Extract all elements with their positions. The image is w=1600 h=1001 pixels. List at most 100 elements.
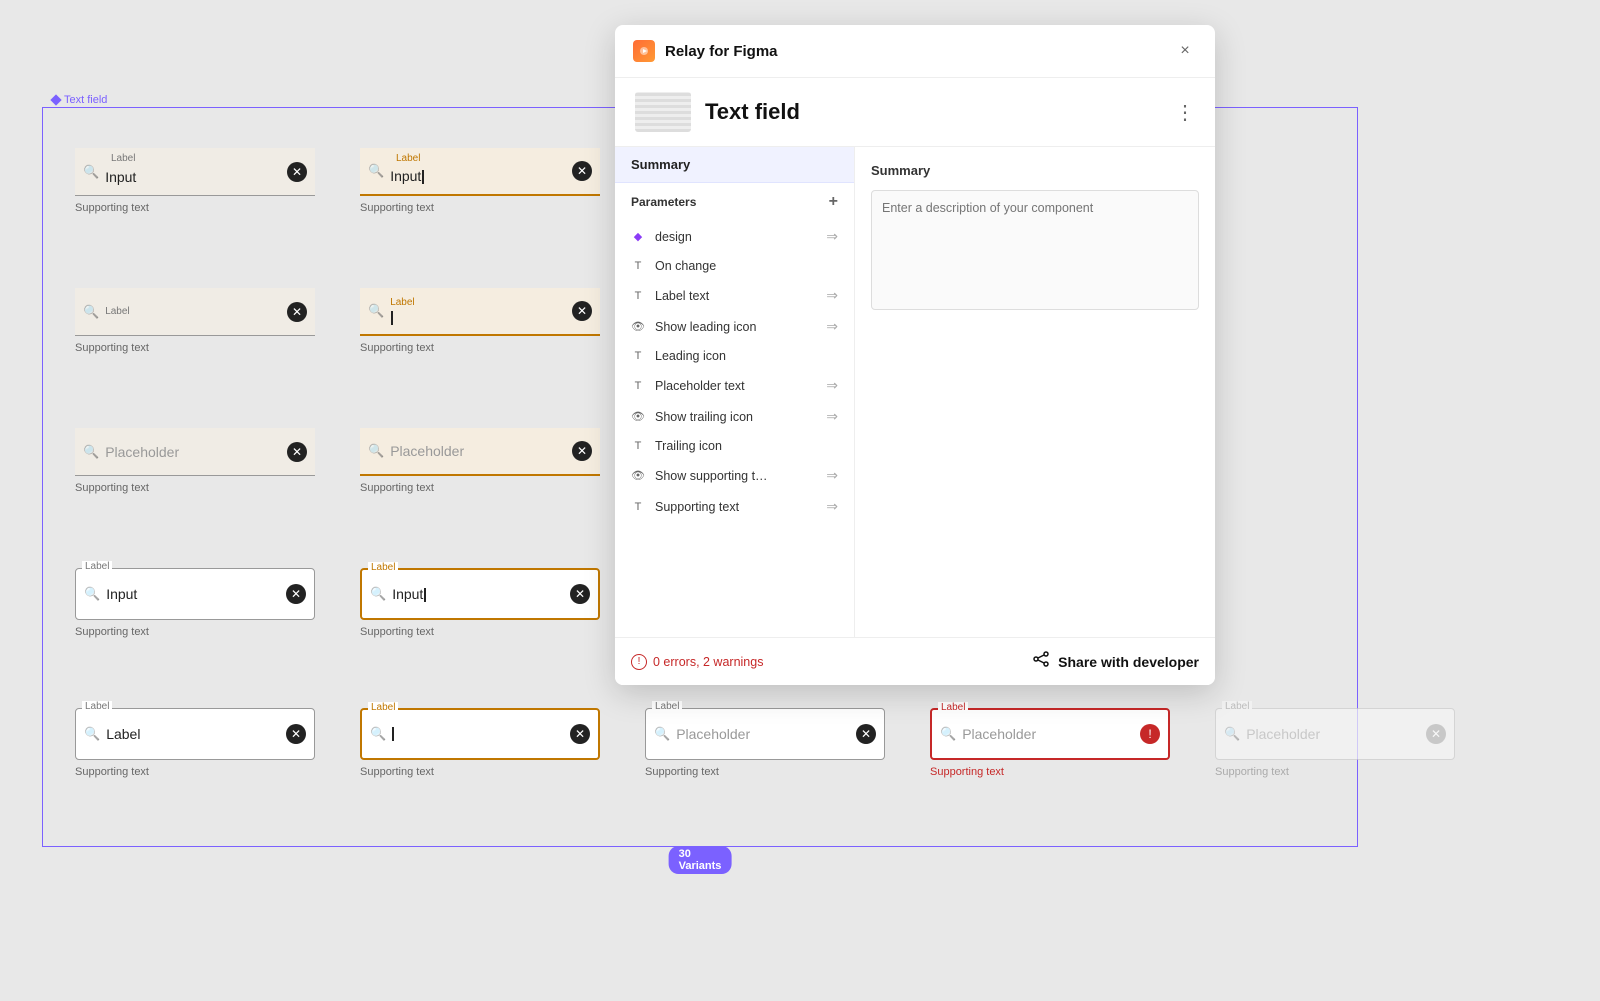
param-label: Show leading icon <box>655 320 756 334</box>
param-item-on-change[interactable]: T On change <box>615 252 854 280</box>
supporting-text: Supporting text <box>360 482 600 494</box>
supporting-text: Supporting text <box>360 626 600 638</box>
param-item-placeholder[interactable]: T Placeholder text ⇒ <box>615 370 854 401</box>
supporting-text: Supporting text <box>75 766 315 778</box>
text-field-outlined-placeholder-inner[interactable]: Label 🔍 Placeholder ✕ <box>645 708 885 760</box>
field-cell-5-2: Label 🔍 ✕ Supporting text <box>348 698 633 838</box>
param-item-show-leading[interactable]: 👁 Show leading icon ⇒ <box>615 311 854 342</box>
share-with-developer-button[interactable]: Share with developer <box>1032 650 1199 673</box>
text-field-outlined-inner[interactable]: Label 🔍 Input ✕ <box>75 568 315 620</box>
text-field-outlined-cursor-inner[interactable]: Label 🔍 ✕ <box>360 708 600 760</box>
clear-icon[interactable]: ✕ <box>572 161 592 181</box>
text-field-input-area[interactable]: Label 🔍 Input ✕ <box>75 148 315 196</box>
param-label: On change <box>655 259 716 273</box>
add-param-button[interactable]: + <box>829 193 838 211</box>
float-label-disabled: Label <box>1222 701 1252 712</box>
clear-icon[interactable]: ✕ <box>570 584 590 604</box>
panel-header: Relay for Figma × <box>615 25 1215 78</box>
close-button[interactable]: × <box>1173 39 1197 63</box>
error-icon: ! <box>1140 724 1160 744</box>
panel-left-sidebar: Summary Parameters + ◆ design ⇒ T On c <box>615 147 855 637</box>
panel-right-content: Summary <box>855 147 1215 637</box>
param-item-leading-icon[interactable]: T Leading icon <box>615 342 854 370</box>
supporting-text-error: Supporting text <box>930 766 1170 778</box>
param-item-label-text[interactable]: T Label text ⇒ <box>615 280 854 311</box>
supporting-text: Supporting text <box>360 766 600 778</box>
supporting-text: Supporting text <box>75 482 315 494</box>
arrow-icon: ⇒ <box>826 377 838 394</box>
search-icon: 🔍 <box>940 726 956 742</box>
field-cell-3-1: 🔍 Placeholder ✕ Supporting text <box>63 418 348 558</box>
text-field-input-active[interactable]: Label 🔍 Input ✕ <box>360 148 600 196</box>
supporting-text: Supporting text <box>645 766 885 778</box>
arrow-icon: ⇒ <box>826 498 838 515</box>
input-value: Input <box>390 168 566 184</box>
field-cell-3-5 <box>1203 418 1488 558</box>
float-label: Label <box>111 153 135 164</box>
search-icon: 🔍 <box>83 164 99 180</box>
text-field-placeholder-active: 🔍 Placeholder ✕ Supporting text <box>360 428 600 494</box>
param-item-supporting-text[interactable]: T Supporting text ⇒ <box>615 491 854 522</box>
field-cell-2-5 <box>1203 278 1488 418</box>
text-field-input-label-active[interactable]: 🔍 Label ✕ <box>360 288 600 336</box>
placeholder-text: Placeholder <box>390 443 566 459</box>
search-icon: 🔍 <box>84 586 100 602</box>
more-menu-button[interactable]: ⋮ <box>1175 100 1195 125</box>
panel-title: Relay for Figma <box>665 43 1163 60</box>
supporting-text-disabled: Supporting text <box>1215 766 1455 778</box>
share-icon <box>1032 650 1050 673</box>
clear-icon[interactable]: ✕ <box>287 302 307 322</box>
param-item-trailing-icon[interactable]: T Trailing icon <box>615 432 854 460</box>
clear-icon[interactable]: ✕ <box>286 724 306 744</box>
text-field-outlined-label-inner[interactable]: Label 🔍 Label ✕ <box>75 708 315 760</box>
text-field-input-placeholder[interactable]: 🔍 Placeholder ✕ <box>75 428 315 476</box>
clear-icon[interactable]: ✕ <box>287 162 307 182</box>
search-icon: 🔍 <box>370 586 386 602</box>
clear-icon[interactable]: ✕ <box>287 442 307 462</box>
text-field-input-label[interactable]: 🔍 Label ✕ <box>75 288 315 336</box>
field-cell-2-1: 🔍 Label ✕ Supporting text <box>63 278 348 418</box>
param-label: Placeholder text <box>655 379 745 393</box>
text-type-icon: T <box>631 259 645 273</box>
arrow-icon: ⇒ <box>826 318 838 335</box>
search-icon: 🔍 <box>368 163 384 179</box>
text-type-icon: T <box>631 500 645 514</box>
param-item-show-trailing[interactable]: 👁 Show trailing icon ⇒ <box>615 401 854 432</box>
text-field-outlined-cursor: Label 🔍 ✕ Supporting text <box>360 708 600 778</box>
summary-textarea[interactable] <box>871 190 1199 310</box>
supporting-text: Supporting text <box>75 342 315 354</box>
text-field-input-placeholder-active[interactable]: 🔍 Placeholder ✕ <box>360 428 600 476</box>
param-item-design[interactable]: ◆ design ⇒ <box>615 221 854 252</box>
text-field-disabled: Label 🔍 Placeholder ✕ Supporting text <box>1215 708 1455 778</box>
component-thumbnail <box>635 92 691 132</box>
text-field-disabled-inner: Label 🔍 Placeholder ✕ <box>1215 708 1455 760</box>
text-field-error-inner[interactable]: Label 🔍 Placeholder ! <box>930 708 1170 760</box>
supporting-text: Supporting text <box>360 342 600 354</box>
input-value: Input <box>392 586 564 602</box>
clear-icon[interactable]: ✕ <box>856 724 876 744</box>
param-item-show-supporting[interactable]: 👁 Show supporting t… ⇒ <box>615 460 854 491</box>
placeholder-text: Placeholder <box>1246 726 1420 742</box>
clear-icon[interactable]: ✕ <box>572 441 592 461</box>
float-label-active: Label <box>368 562 398 573</box>
variants-badge: 30 Variants <box>669 846 732 874</box>
field-cell-2-2: 🔍 Label ✕ Supporting text <box>348 278 633 418</box>
component-name: Text field <box>705 99 800 125</box>
clear-icon[interactable]: ✕ <box>286 584 306 604</box>
float-label: Label <box>105 306 281 318</box>
params-list: ◆ design ⇒ T On change T Label text ⇒ <box>615 221 854 637</box>
arrow-icon: ⇒ <box>826 467 838 484</box>
summary-title: Summary <box>871 163 1199 178</box>
eye-icon: 👁 <box>631 469 645 483</box>
frame-diamond-icon <box>50 94 61 105</box>
text-field-outlined-active-inner[interactable]: Label 🔍 Input ✕ <box>360 568 600 620</box>
clear-icon[interactable]: ✕ <box>572 301 592 321</box>
summary-tab[interactable]: Summary <box>615 147 854 183</box>
diamond-icon: ◆ <box>631 230 645 244</box>
search-icon: 🔍 <box>368 443 384 459</box>
clear-icon[interactable]: ✕ <box>570 724 590 744</box>
panel-footer: ! 0 errors, 2 warnings Share with develo… <box>615 637 1215 685</box>
field-cell-4-1: Label 🔍 Input ✕ Supporting text <box>63 558 348 698</box>
param-label: Trailing icon <box>655 439 722 453</box>
param-label: Show trailing icon <box>655 410 753 424</box>
